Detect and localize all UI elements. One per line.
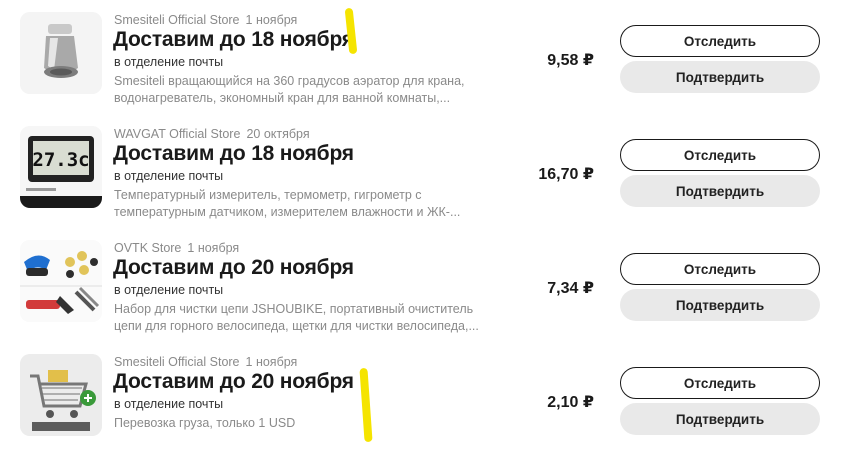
confirm-button[interactable]: Подтвердить	[620, 289, 820, 321]
confirm-button[interactable]: Подтвердить	[620, 403, 820, 435]
product-description[interactable]: Перевозка груза, только 1 USD	[114, 415, 484, 432]
delivery-title: Доставим до 18 ноября	[113, 142, 354, 165]
product-thumbnail[interactable]	[20, 240, 102, 322]
order-item: 27.3c WAVGAT Official Store 20 октября До…	[0, 114, 846, 228]
order-date: 1 ноября	[245, 355, 298, 369]
order-item: Smesiteli Official Store 1 ноября Достави…	[0, 342, 846, 456]
track-button[interactable]: Отследить	[620, 25, 820, 57]
order-item: Smesiteli Official Store 1 ноября Достави…	[0, 0, 846, 114]
thermometer-display-text: 27.3c	[32, 149, 89, 171]
store-meta: Smesiteli Official Store 1 ноября	[114, 355, 297, 369]
price: 16,70 ₽	[538, 166, 594, 183]
order-date: 1 ноября	[245, 13, 298, 27]
confirm-button[interactable]: Подтвердить	[620, 175, 820, 207]
store-name[interactable]: Smesiteli Official Store	[114, 355, 240, 369]
order-date: 20 октября	[246, 127, 310, 141]
product-description[interactable]: Smesiteli вращающийся на 360 градусов аэ…	[114, 73, 484, 107]
pickup-point: в отделение почты	[114, 283, 224, 297]
store-meta: WAVGAT Official Store 20 октября	[114, 127, 310, 141]
store-name[interactable]: Smesiteli Official Store	[114, 13, 240, 27]
delivery-title: Доставим до 20 ноября	[113, 256, 354, 279]
store-meta: Smesiteli Official Store 1 ноября	[114, 13, 297, 27]
delivery-title: Доставим до 20 ноября	[113, 370, 354, 393]
pickup-point: в отделение почты	[114, 55, 224, 69]
price: 2,10 ₽	[547, 394, 594, 411]
shopping-cart-icon	[20, 354, 102, 436]
bike-cleaning-kit-icon	[20, 240, 102, 322]
product-thumbnail[interactable]	[20, 12, 102, 94]
store-meta: OVTK Store 1 ноября	[114, 241, 239, 255]
price: 7,34 ₽	[547, 280, 594, 297]
track-button[interactable]: Отследить	[620, 139, 820, 171]
confirm-button[interactable]: Подтвердить	[620, 61, 820, 93]
product-description[interactable]: Набор для чистки цепи JSHOUBIKE, портати…	[114, 301, 484, 335]
delivery-title: Доставим до 18 ноября	[113, 28, 354, 51]
price: 9,58 ₽	[547, 52, 594, 69]
track-button[interactable]: Отследить	[620, 253, 820, 285]
faucet-aerator-icon	[20, 12, 102, 94]
pickup-point: в отделение почты	[114, 169, 224, 183]
lcd-thermometer-icon: 27.3c	[20, 126, 102, 208]
product-description[interactable]: Температурный измеритель, термометр, гиг…	[114, 187, 484, 221]
store-name[interactable]: OVTK Store	[114, 241, 181, 255]
product-thumbnail[interactable]: 27.3c	[20, 126, 102, 208]
order-date: 1 ноября	[187, 241, 240, 255]
pickup-point: в отделение почты	[114, 397, 224, 411]
store-name[interactable]: WAVGAT Official Store	[114, 127, 240, 141]
track-button[interactable]: Отследить	[620, 367, 820, 399]
order-item: OVTK Store 1 ноября Доставим до 20 ноября…	[0, 228, 846, 342]
product-thumbnail[interactable]	[20, 354, 102, 436]
